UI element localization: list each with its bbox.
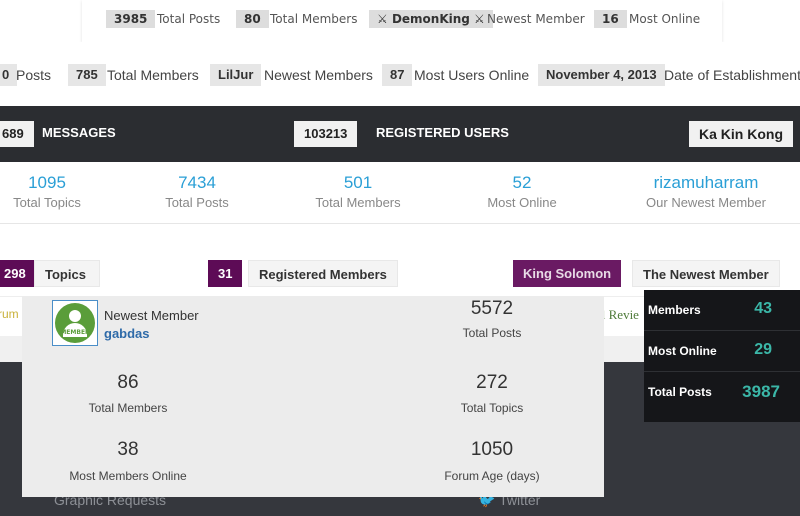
widget-row-total-posts: Total Posts 3987	[644, 372, 800, 413]
stats-widget: Members 43 Most Online 29 Total Posts 39…	[644, 290, 800, 422]
total-members-value: 86	[117, 372, 139, 393]
posts-value: 0	[0, 64, 18, 86]
stat-value: 7434	[178, 173, 216, 192]
total-members-label: Total Members	[270, 12, 358, 26]
most-online-value: 38	[117, 439, 139, 460]
establishment-date-label: Date of Establishment o	[664, 67, 800, 83]
newest-user-button[interactable]: Ka Kin Kong	[689, 121, 793, 147]
widget-value: 29	[754, 341, 772, 358]
total-posts-label: Total Posts	[462, 326, 522, 340]
total-posts-value: 5572	[470, 298, 514, 319]
stats-row: 1095 Total Topics 7434 Total Posts 501 T…	[0, 162, 800, 224]
stat-caption: Most Online	[487, 195, 557, 210]
total-topics-value: 272	[476, 372, 508, 393]
widget-label: Total Posts	[648, 385, 712, 399]
stat-total-members: 501 Total Members	[268, 172, 448, 210]
forum-stats-panel: MEMBER Newest Member gabdas 5572 Total P…	[22, 296, 604, 497]
total-topics-label: Total Topics	[460, 401, 524, 415]
widget-label: Members	[648, 303, 701, 317]
stats-bar-dark: 689 MESSAGES 103213 REGISTERED USERS Ka …	[0, 106, 800, 162]
stat-most-online: 52 Most Online	[432, 172, 612, 210]
stat-value: 52	[512, 173, 532, 192]
stat-value: 501	[343, 173, 373, 192]
stats-bar-top: 3985 Total Posts 80 Total Members ⚔ Demo…	[82, 0, 722, 42]
newest-member-value[interactable]: ⚔ DemonKing ⚔	[369, 10, 493, 28]
posts-label: Posts	[16, 67, 52, 83]
avatar[interactable]: MEMBER	[52, 300, 98, 346]
member-icon: MEMBER	[55, 303, 95, 343]
topics-value: 298	[0, 260, 36, 287]
registered-users-label: REGISTERED USERS	[376, 125, 509, 140]
newest-member-label: Newest Member	[487, 12, 585, 26]
total-posts-label: Total Posts	[157, 12, 221, 26]
newest-member-label: Newest Member	[104, 308, 199, 323]
most-online-label: Most Members Online	[69, 469, 187, 483]
newest-member-label: The Newest Member	[632, 260, 780, 287]
widget-row-members: Members 43	[644, 290, 800, 331]
widget-label: Most Online	[648, 344, 717, 358]
strip-left-link[interactable]: rum	[0, 307, 19, 321]
most-online-label: Most Users Online	[414, 67, 530, 83]
stat-total-posts: 7434 Total Posts	[107, 172, 287, 210]
stat-value[interactable]: rizamuharram	[616, 172, 796, 194]
registered-members-label: Registered Members	[248, 260, 398, 287]
widget-value: 43	[754, 300, 772, 317]
avatar-word: MEMBER	[60, 329, 90, 336]
newest-member-value[interactable]: King Solomon	[513, 260, 622, 287]
most-online-label: Most Online	[629, 12, 701, 26]
messages-value: 689	[0, 121, 34, 147]
stat-newest-member[interactable]: rizamuharram Our Newest Member	[616, 172, 796, 210]
registered-members-value: 31	[208, 260, 243, 287]
stat-caption: Our Newest Member	[646, 195, 766, 210]
crossed-swords-icon: ⚔	[469, 12, 485, 26]
most-online-value: 16	[594, 10, 627, 28]
total-members-value: 80	[236, 10, 269, 28]
topics-label: Topics	[34, 260, 100, 287]
stat-caption: Total Members	[315, 195, 401, 210]
widget-value: 3987	[742, 382, 780, 401]
forum-age-value: 1050	[470, 439, 514, 460]
crossed-swords-icon: ⚔	[377, 12, 392, 26]
newest-member-label: Newest Members	[264, 67, 373, 83]
forum-age-label: Forum Age (days)	[444, 469, 540, 483]
newest-member-link[interactable]: gabdas	[104, 326, 150, 341]
total-members-label: Total Members	[107, 67, 199, 83]
registered-users-value: 103213	[294, 121, 358, 147]
stat-caption: Total Posts	[165, 195, 229, 210]
establishment-date-value: November 4, 2013	[538, 64, 665, 86]
newest-member-value[interactable]: LilJur	[210, 64, 262, 86]
most-online-value: 87	[382, 64, 413, 86]
total-posts-value: 3985	[106, 10, 156, 28]
messages-label: MESSAGES	[42, 125, 116, 140]
total-members-value: 785	[68, 64, 106, 86]
widget-row-most-online: Most Online 29	[644, 331, 800, 372]
total-members-label: Total Members	[88, 401, 168, 415]
